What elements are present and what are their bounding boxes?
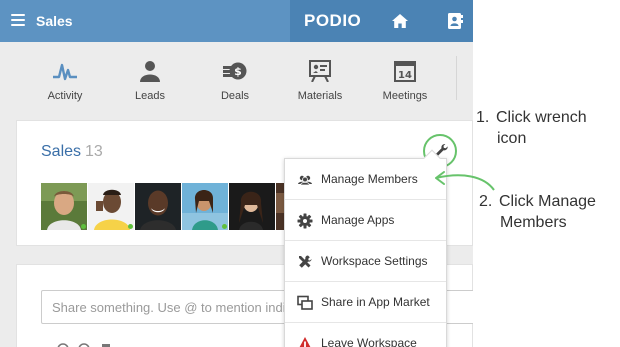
callout-step-2: 2. Click Manage Members — [479, 191, 596, 233]
menu-item-workspace-settings[interactable]: Workspace Settings — [285, 241, 446, 282]
nav-item-leads[interactable]: Leads — [115, 60, 185, 102]
step-text: Click wrench — [496, 109, 587, 126]
screenshot: Sales PODIO Activity Leads $ Deals Mater… — [0, 0, 620, 347]
nav-label: Deals — [220, 90, 250, 102]
nav-divider — [456, 56, 457, 100]
online-indicator — [128, 224, 133, 229]
presentation-icon — [309, 60, 331, 82]
nav-item-meetings[interactable]: 14 Meetings — [370, 60, 440, 102]
app-nav: Activity Leads $ Deals Materials 14 Meet… — [0, 42, 473, 112]
attach-icons[interactable] — [57, 341, 117, 347]
nav-item-materials[interactable]: Materials — [285, 60, 355, 102]
workspace-name: Sales — [41, 143, 82, 160]
podio-logo[interactable]: PODIO — [304, 11, 361, 31]
menu-item-label: Share in App Market — [321, 295, 430, 309]
menu-item-label: Leave Workspace — [321, 336, 417, 347]
calendar-icon: 14 — [394, 61, 416, 82]
menu-item-manage-apps[interactable]: Manage Apps — [285, 200, 446, 241]
avatar[interactable] — [88, 183, 134, 230]
avatar[interactable] — [135, 183, 181, 230]
workspace-menu: Manage Members Manage Apps Workspace Set… — [284, 149, 447, 347]
members-icon — [298, 175, 312, 186]
member-count: 13 — [85, 143, 103, 160]
online-indicator — [81, 224, 86, 229]
menu-item-label: Manage Apps — [321, 213, 395, 227]
menu-icon[interactable] — [11, 14, 25, 26]
step-text: icon — [497, 130, 527, 147]
home-icon[interactable] — [391, 12, 409, 30]
activity-icon — [53, 63, 77, 81]
callout-step-1: 1. Click wrench icon — [476, 107, 587, 149]
avatar[interactable] — [41, 183, 87, 230]
menu-item-share-app-market[interactable]: Share in App Market — [285, 282, 446, 323]
gear-icon — [297, 213, 313, 229]
tools-icon — [299, 255, 312, 268]
money-icon: $ — [223, 62, 247, 80]
nav-label: Activity — [47, 90, 83, 102]
menu-item-label: Workspace Settings — [321, 254, 428, 268]
menu-item-leave-workspace[interactable]: Leave Workspace — [285, 323, 446, 347]
nav-label: Materials — [297, 90, 343, 102]
step-text: Click Manage — [499, 193, 596, 210]
avatar[interactable] — [229, 183, 275, 230]
step-text: Members — [500, 214, 567, 231]
calendar-day: 14 — [398, 70, 412, 81]
warning-icon — [299, 337, 311, 347]
nav-item-activity[interactable]: Activity — [30, 60, 100, 102]
workspace-title[interactable]: Sales 13 — [41, 143, 103, 161]
online-indicator — [222, 224, 227, 229]
person-icon — [140, 61, 160, 82]
nav-label: Meetings — [382, 90, 428, 102]
menu-item-label: Manage Members — [321, 172, 418, 186]
step-number: 2. — [479, 193, 493, 210]
app-title[interactable]: Sales — [36, 13, 73, 29]
avatar[interactable] — [182, 183, 228, 230]
nav-item-deals[interactable]: $ Deals — [200, 60, 270, 102]
top-bar: Sales PODIO — [0, 0, 473, 42]
contacts-icon[interactable] — [447, 12, 463, 30]
nav-label: Leads — [135, 90, 165, 102]
svg-text:$: $ — [234, 65, 242, 78]
menu-item-manage-members[interactable]: Manage Members — [285, 159, 446, 200]
step-number: 1. — [476, 109, 490, 126]
share-icon — [297, 295, 313, 310]
